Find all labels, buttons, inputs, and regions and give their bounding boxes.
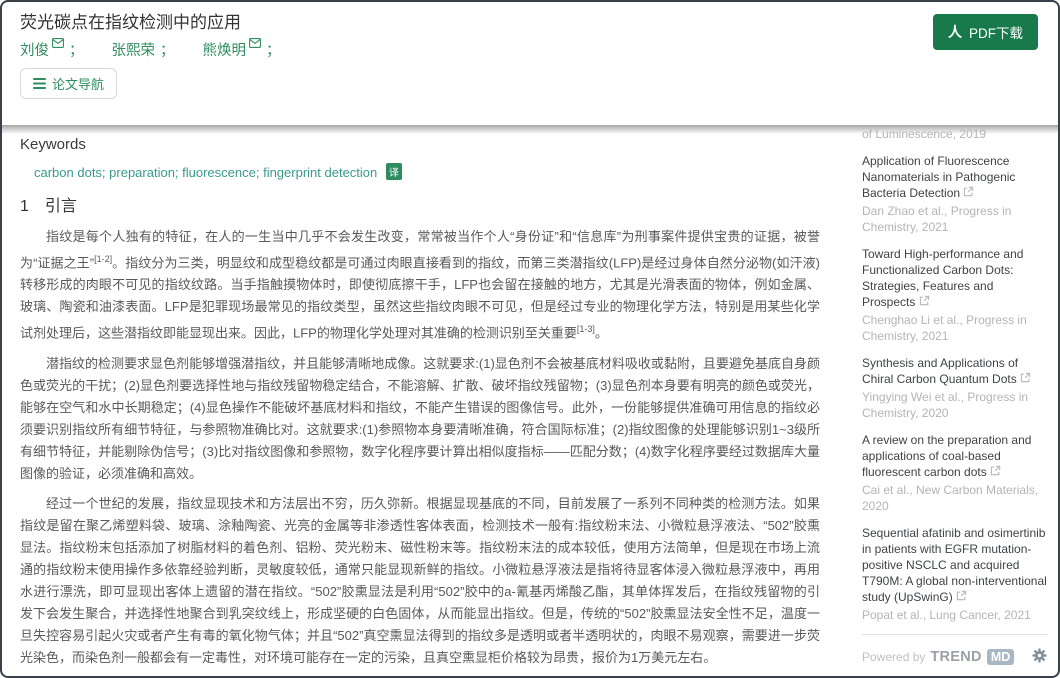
related-article-citation: Chenghao Li et al., Progress in Chemistr… (862, 312, 1048, 344)
external-link-icon (956, 590, 967, 601)
related-article-item: A review on the preparation and applicat… (862, 432, 1048, 514)
related-article-link[interactable]: Application of Fluorescence Nanomaterial… (862, 153, 1048, 201)
page-title: 荧光碳点在指纹检测中的应用 (20, 8, 241, 33)
related-article-citation: Cai et al., New Carbon Materials, 2020 (862, 482, 1048, 514)
keywords-line: carbon dots; preparation; fluorescence; … (20, 163, 820, 180)
external-link-icon (919, 295, 930, 306)
email-icon[interactable] (249, 38, 261, 48)
keywords-heading: Keywords (20, 136, 820, 153)
paper-nav-button[interactable]: 论文导航 (20, 68, 117, 99)
related-article-item: Sequential afatinib and osimertinib in p… (862, 525, 1048, 623)
related-article-link[interactable]: Synthesis and Applications of Chiral Car… (862, 355, 1048, 387)
author-list: 刘俊； 张熙荣； 熊焕明； (20, 39, 281, 60)
author-link[interactable]: 刘俊； (20, 39, 84, 60)
related-articles-list: of Luminescence, 2019 Application of Fluo… (862, 126, 1048, 623)
translate-badge[interactable]: 译 (386, 163, 402, 180)
related-article-item: Toward High-performance and Functionaliz… (862, 246, 1048, 344)
hamburger-icon (33, 78, 46, 89)
related-article-citation: of Luminescence, 2019 (862, 126, 1048, 142)
author-link[interactable]: 熊焕明； (203, 39, 281, 60)
introduction-paragraphs: 指纹是每个人独有的特征，在人的一生当中几乎不会发生改变，常常被当作个人“身份证”… (20, 226, 820, 678)
intro-paragraph: 经过一个世纪的发展，指纹显现技术和方法层出不穷，历久弥新。根据显现基底的不同，目… (20, 493, 820, 669)
related-article-link[interactable]: Sequential afatinib and osimertinib in p… (862, 525, 1048, 605)
external-link-icon (1020, 372, 1031, 383)
related-articles-sidebar: of Luminescence, 2019 Application of Fluo… (862, 126, 1048, 667)
sidebar-divider (862, 634, 1048, 635)
section-heading: 1 引言 (20, 192, 820, 216)
intro-paragraph: 潜指纹的检测要求显色剂能够增强潜指纹，并且能够清晰地成像。这就要求:(1)显色剂… (20, 353, 820, 485)
related-article-item: of Luminescence, 2019 (862, 126, 1048, 142)
pdf-download-button[interactable]: 人 PDF下载 (933, 14, 1038, 50)
related-article-link[interactable]: A review on the preparation and applicat… (862, 432, 1048, 480)
trendmd-badge: MD (987, 649, 1014, 665)
powered-by-label: Powered by (862, 650, 925, 664)
trendmd-footer: Powered by TREND MD (862, 647, 1048, 667)
related-article-item: Synthesis and Applications of Chiral Car… (862, 355, 1048, 421)
keywords-links[interactable]: carbon dots; preparation; fluorescence; … (34, 165, 377, 180)
paper-nav-label: 论文导航 (52, 74, 104, 93)
related-article-item: Application of Fluorescence Nanomaterial… (862, 153, 1048, 235)
author-link[interactable]: 张熙荣； (112, 39, 175, 60)
external-link-icon (990, 465, 1001, 476)
settings-gear-icon[interactable] (1031, 647, 1048, 667)
intro-paragraph: 指纹是每个人独有的特征，在人的一生当中几乎不会发生改变，常常被当作个人“身份证”… (20, 226, 820, 345)
related-article-citation: Yingying Wei et al., Progress in Chemist… (862, 389, 1048, 421)
article-page: 荧光碳点在指纹检测中的应用 刘俊； 张熙荣； 熊焕明； 人 PDF下载 论文导航 K… (0, 0, 1060, 678)
external-link-icon (963, 186, 974, 197)
email-icon[interactable] (52, 38, 64, 48)
trendmd-brand: TREND (930, 649, 981, 665)
related-article-link[interactable]: Toward High-performance and Functionaliz… (862, 246, 1048, 310)
pdf-download-label: PDF下载 (969, 22, 1023, 42)
related-article-citation: Popat et al., Lung Cancer, 2021 (862, 607, 1048, 623)
related-article-citation: Dan Zhao et al., Progress in Chemistry, … (862, 203, 1048, 235)
pdf-icon: 人 (948, 25, 962, 39)
article-body: Keywords carbon dots; preparation; fluor… (20, 136, 820, 678)
